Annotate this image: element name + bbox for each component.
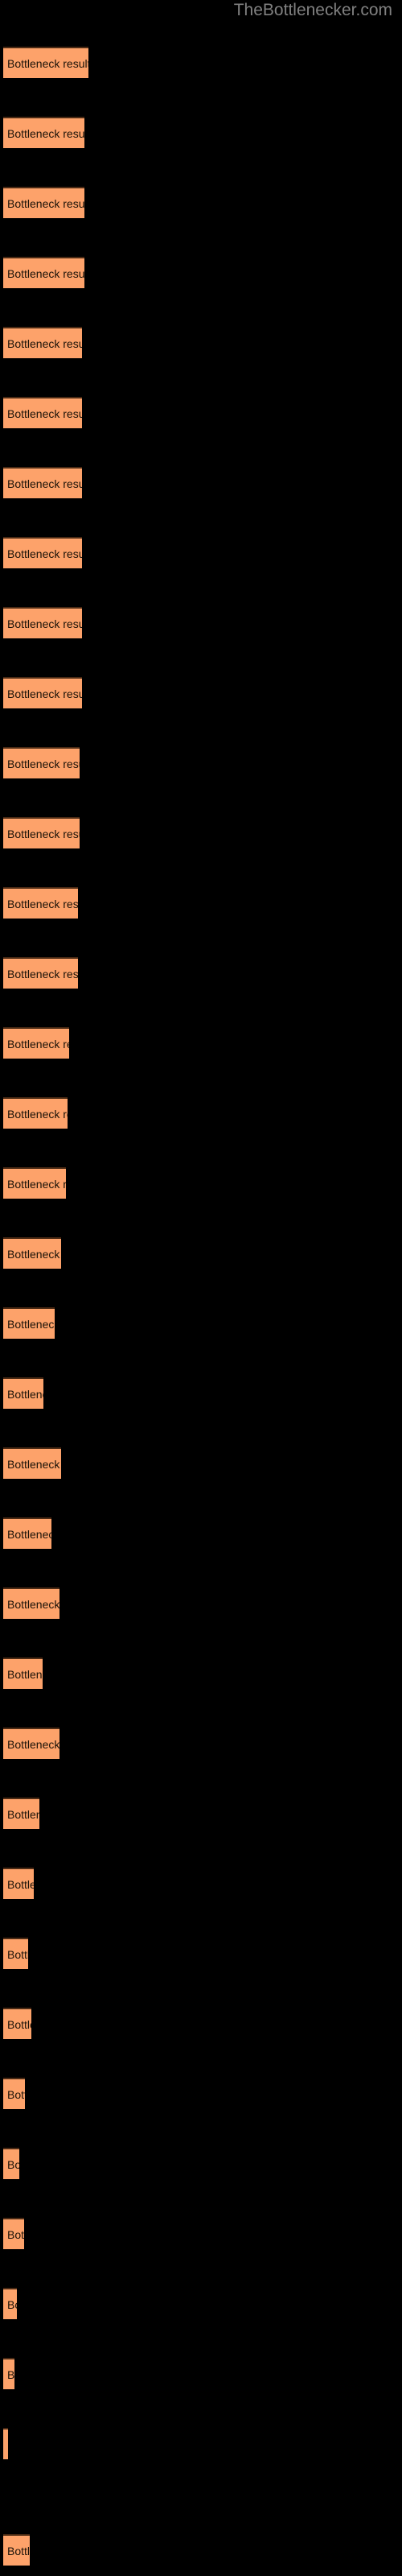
bar[interactable]: Bottleneck result	[3, 117, 84, 148]
bar-label: Bottleneck result	[7, 477, 82, 490]
bar-series: Bottleneck result Bottleneck result Bottle…	[0, 0, 402, 2576]
bar-label: Bottleneck result	[7, 1807, 39, 1821]
bar-label: Bottleneck result	[7, 1037, 69, 1051]
bar-label: Bottleneck result	[7, 547, 82, 560]
bar[interactable]: Bottleneck result	[3, 1447, 61, 1479]
bar[interactable]: Bottleneck result	[3, 1097, 68, 1129]
bar-label: Bottleneck result	[7, 1387, 43, 1401]
bar[interactable]: Bottleneck result	[3, 257, 84, 288]
bar[interactable]: Bottleneck result	[3, 2218, 24, 2249]
bar-label: Bottleneck result	[7, 1457, 61, 1471]
bar-label: Bottleneck result	[7, 1247, 61, 1261]
bar-label: Bottleneck result	[7, 2438, 8, 2451]
bar[interactable]: Bottleneck result	[3, 47, 88, 78]
bar[interactable]: Bottleneck result	[3, 1237, 61, 1269]
bar-label: Bottleneck result	[7, 2544, 30, 2557]
bar[interactable]: Bottleneck result	[3, 2358, 14, 2389]
bar-label: Bottleneck result	[7, 407, 82, 420]
bar-label: Bottleneck result	[7, 266, 84, 280]
bar[interactable]: Bottleneck result	[3, 2148, 19, 2179]
bar[interactable]: Bottleneck result	[3, 957, 78, 989]
bar[interactable]: Bottleneck result	[3, 747, 80, 778]
bar[interactable]: Bottleneck result	[3, 2288, 17, 2319]
bar-label: Bottleneck result	[7, 827, 80, 840]
bar[interactable]: Bottleneck result	[3, 537, 82, 568]
bar-label: Bottleneck result	[7, 2227, 24, 2241]
bar[interactable]: Bottleneck result	[3, 1798, 39, 1829]
bar-label: Bottleneck result	[7, 897, 78, 910]
bar[interactable]: Bottleneck result	[3, 887, 78, 919]
bar[interactable]: Bottleneck result	[3, 467, 82, 498]
bar-label: Bottleneck result	[7, 2087, 25, 2101]
bar-label: Bottleneck result	[7, 1947, 28, 1961]
bar-label: Bottleneck result	[7, 1317, 55, 1331]
bar-label: Bottleneck result	[7, 1527, 51, 1541]
bar[interactable]: Bottleneck result	[3, 1377, 43, 1409]
bar[interactable]: Bottleneck result	[3, 1868, 34, 1899]
bar[interactable]: Bottleneck result	[3, 1307, 55, 1339]
bar-label: Bottleneck result	[7, 1737, 59, 1751]
bar[interactable]: Bottleneck result	[3, 2428, 8, 2459]
bar[interactable]: Bottleneck result	[3, 2008, 31, 2039]
bar-label: Bottleneck result	[7, 687, 82, 700]
bar[interactable]: Bottleneck result	[3, 1517, 51, 1549]
bar-label: Bottleneck result	[7, 967, 78, 980]
bar-label: Bottleneck result	[7, 2157, 19, 2171]
bar[interactable]: Bottleneck result	[3, 677, 82, 708]
bar[interactable]: Bottleneck result	[3, 1587, 59, 1619]
bar-label: Bottleneck result	[7, 336, 82, 350]
bar[interactable]: Bottleneck result	[3, 817, 80, 848]
bar-label: Bottleneck result	[7, 757, 80, 770]
bar-label: Bottleneck result	[7, 2017, 31, 2031]
bar-label: Bottleneck result	[7, 1177, 66, 1191]
bar[interactable]: Bottleneck result	[3, 1027, 69, 1059]
bar[interactable]: Bottleneck result	[3, 1167, 66, 1199]
bar-label: Bottleneck result	[7, 2297, 17, 2311]
bar[interactable]: Bottleneck result	[3, 187, 84, 218]
bar[interactable]: Bottleneck result	[3, 1728, 59, 1759]
bottleneck-bar-chart: TheBottlenecker.com Bottleneck result Bot…	[0, 0, 402, 2576]
bar-label: Bottleneck result	[7, 2368, 14, 2381]
bar-label: Bottleneck result	[7, 56, 88, 70]
bar[interactable]: Bottleneck result	[3, 1938, 28, 1969]
bar-label: Bottleneck result	[7, 1667, 43, 1681]
bar-label: Bottleneck result	[7, 617, 82, 630]
bar-label: Bottleneck result	[7, 1877, 34, 1891]
bar-label: Bottleneck result	[7, 196, 84, 210]
bar-label: Bottleneck result	[7, 126, 84, 140]
bar[interactable]: Bottleneck result	[3, 2078, 25, 2109]
bar-label: Bottleneck result	[7, 1107, 68, 1121]
bar[interactable]: Bottleneck result	[3, 397, 82, 428]
bar[interactable]: Bottleneck result	[3, 327, 82, 358]
bar[interactable]: Bottleneck result	[3, 1657, 43, 1689]
bar[interactable]: Bottleneck result	[3, 2534, 30, 2566]
bar-label: Bottleneck result	[7, 1597, 59, 1611]
bar[interactable]: Bottleneck result	[3, 607, 82, 638]
